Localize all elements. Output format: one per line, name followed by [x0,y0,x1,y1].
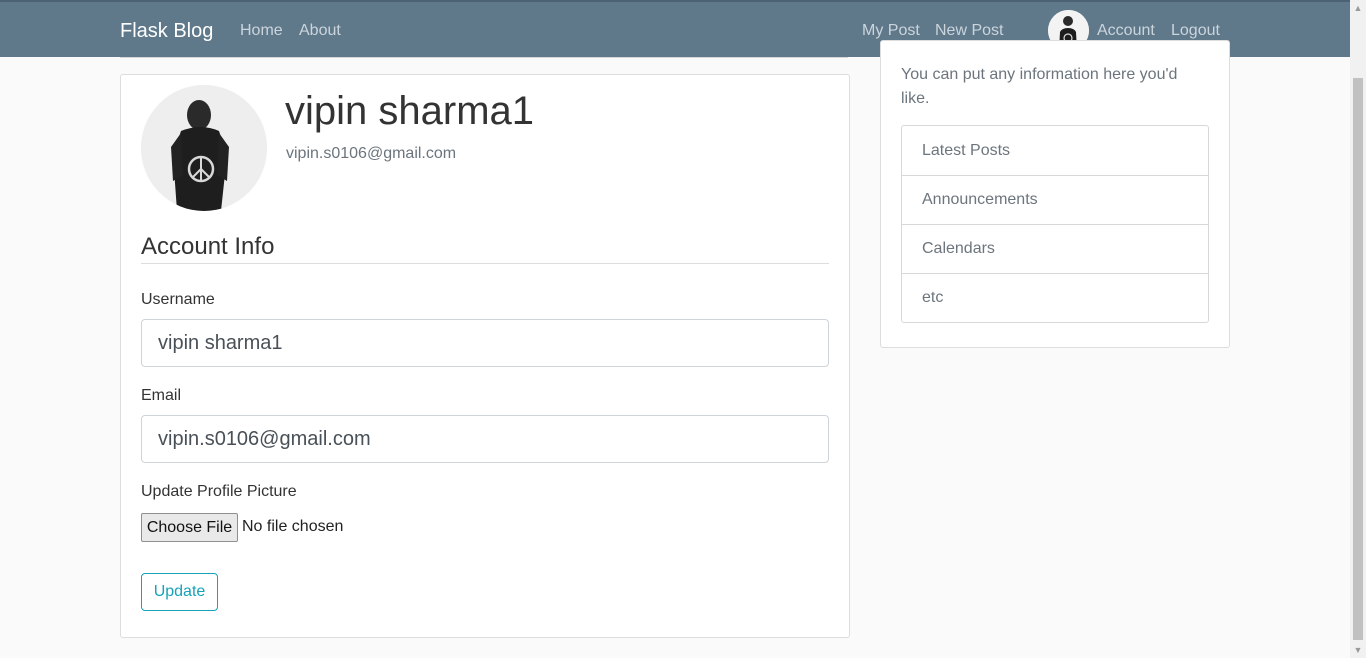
sidebar-item-etc[interactable]: etc [902,273,1208,322]
nav-about-link[interactable]: About [299,22,341,40]
scroll-thumb[interactable] [1353,78,1363,640]
profile-image [141,85,267,211]
vertical-scrollbar[interactable]: ▲ ▼ [1350,0,1366,658]
sidebar-item-calendars[interactable]: Calendars [902,224,1208,273]
profile-email: vipin.s0106@gmail.com [286,145,457,162]
profile-name: vipin sharma1 [285,89,535,133]
update-button[interactable]: Update [141,573,218,611]
sidebar-item-latest-posts[interactable]: Latest Posts [902,126,1208,175]
brand-link[interactable]: Flask Blog [120,20,213,43]
heading-divider [141,263,829,264]
email-input[interactable] [141,415,829,463]
account-info-heading: Account Info [141,233,275,260]
scroll-down-arrow-icon[interactable]: ▼ [1350,642,1366,658]
sidebar-list: Latest Posts Announcements Calendars etc [901,125,1209,323]
nav-home-link[interactable]: Home [240,22,283,40]
choose-file-button[interactable]: Choose File [141,513,238,542]
file-status-text: No file chosen [242,518,344,535]
divider [120,57,848,58]
email-label: Email [141,387,182,404]
sidebar-description: You can put any information here you'd l… [901,66,1178,107]
scroll-up-arrow-icon[interactable]: ▲ [1350,0,1366,16]
nav-my-post-link[interactable]: My Post [862,22,920,40]
username-input[interactable] [141,319,829,367]
nav-account-link[interactable]: Account [1097,22,1155,40]
account-card: vipin sharma1 vipin.s0106@gmail.com Acco… [120,74,850,638]
nav-logout-link[interactable]: Logout [1171,22,1220,40]
username-label: Username [141,291,215,308]
picture-label: Update Profile Picture [141,483,297,500]
sidebar-card: You can put any information here you'd l… [880,40,1230,348]
nav-new-post-link[interactable]: New Post [935,22,1003,40]
sidebar-item-announcements[interactable]: Announcements [902,175,1208,224]
